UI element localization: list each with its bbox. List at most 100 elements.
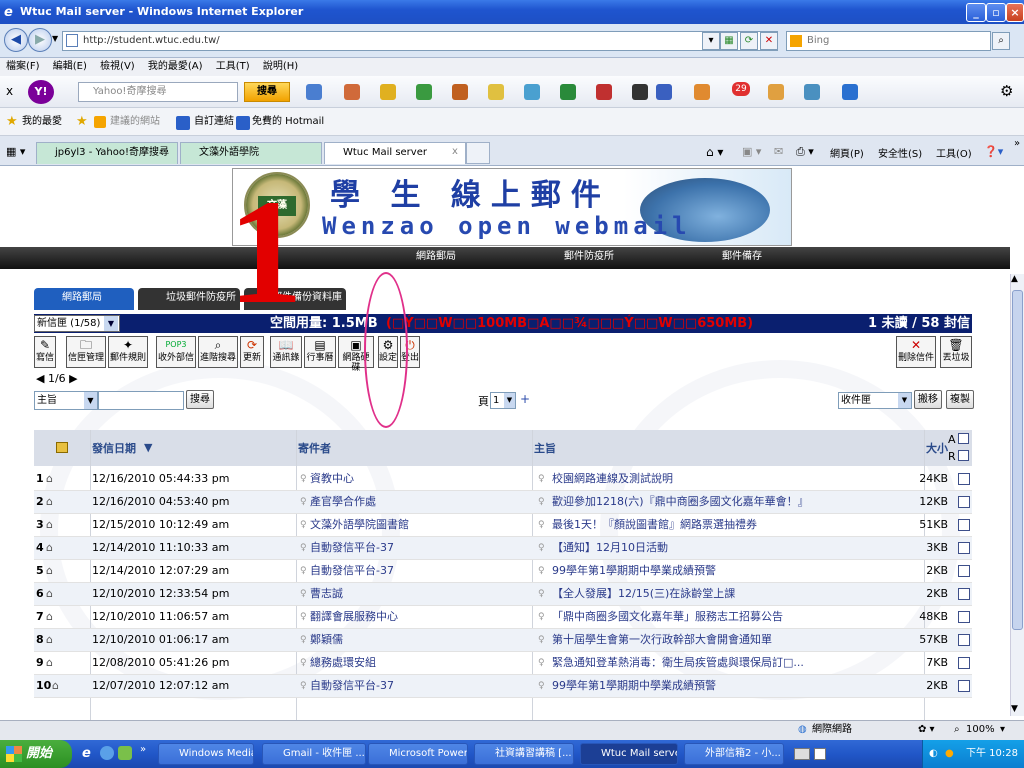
row-subject[interactable]: 【通知】12月10日活動 xyxy=(552,537,932,559)
menu-tools[interactable]: 工具(T) xyxy=(216,61,250,72)
search-button[interactable]: ⌕ xyxy=(992,32,1010,50)
news-icon[interactable] xyxy=(344,84,360,100)
row-sender[interactable]: 自動發信平台-37 xyxy=(310,537,394,559)
add-fav-icon[interactable]: ★ xyxy=(76,108,88,136)
shopping-icon[interactable] xyxy=(452,84,468,100)
feeds-icon[interactable]: ▣ ▾ xyxy=(742,145,761,158)
tools-menu[interactable]: 工具(O) xyxy=(936,145,972,160)
next-page-icon[interactable]: ▶ xyxy=(69,372,77,385)
row-subject[interactable]: 【全人發展】12/15(三)在詠齡堂上課 xyxy=(552,583,932,605)
advanced-search-button[interactable]: ⌕ 進階搜尋 xyxy=(198,336,238,368)
header-size[interactable]: 大小 xyxy=(926,440,948,456)
gear-icon[interactable]: ⚙ xyxy=(1000,82,1013,100)
menu-help[interactable]: 說明(H) xyxy=(263,61,298,72)
quick-launch-ie-icon[interactable]: e xyxy=(82,746,91,761)
table-row[interactable]: 2 12/16/2010 04:53:40 pm 產官學合作處 歡迎參加1218(六)… xyxy=(34,491,972,514)
tab-webmail[interactable]: 網路郵局 xyxy=(34,288,134,310)
tv-icon[interactable] xyxy=(596,84,612,100)
prev-page-icon[interactable]: ◀ xyxy=(36,372,44,385)
minimize-button[interactable]: _ xyxy=(966,3,986,22)
movie-icon[interactable] xyxy=(632,84,648,100)
row-sender[interactable]: 翻譯會展服務中心 xyxy=(310,606,398,628)
quick-launch-icon[interactable] xyxy=(118,746,132,760)
nav-virus-filter[interactable]: 郵件防疫所 xyxy=(564,247,614,267)
tab-spam-filter[interactable]: 垃圾郵件防疫所 xyxy=(138,288,240,310)
protected-mode-icon[interactable]: ✿ ▾ xyxy=(918,721,935,739)
copy-button[interactable]: 複製 xyxy=(946,390,974,409)
folder-manage-button[interactable]: 🗀 信匣管理 xyxy=(66,336,106,368)
games-icon[interactable] xyxy=(416,84,432,100)
notepad-icon[interactable] xyxy=(768,84,784,100)
row-subject[interactable]: 歡迎參加1218(六)『鼎中商圈多國文化嘉年華會！』 xyxy=(552,491,932,513)
mail-rules-button[interactable]: ✦ 郵件規則 xyxy=(108,336,148,368)
page-menu[interactable]: 網頁(P) xyxy=(830,145,864,160)
help-icon[interactable]: ❓▾ xyxy=(984,145,1003,158)
tab-mail-server[interactable]: Wtuc Mail server xyxy=(324,142,466,164)
nav-mail-backup[interactable]: 郵件備存 xyxy=(722,247,762,267)
row-sender[interactable]: 鄭穎儒 xyxy=(310,629,343,651)
row-sender[interactable]: 文藻外語學院圖書館 xyxy=(310,514,409,536)
menu-favorites[interactable]: 我的最愛(A) xyxy=(148,61,203,72)
task-windows-media[interactable]: Windows Media... xyxy=(158,743,254,765)
row-subject[interactable]: 「鼎中商圈多國文化嘉年華」服務志工招募公告 xyxy=(552,606,932,628)
ie-small-icon[interactable] xyxy=(842,84,858,100)
sort-desc-icon[interactable]: ▼ xyxy=(144,441,152,454)
zoom-dropdown-icon[interactable]: ▾ xyxy=(1000,721,1005,739)
header-date[interactable]: 發信日期 xyxy=(92,440,136,456)
row-checkbox[interactable] xyxy=(958,519,970,531)
quick-tabs-icon[interactable]: ▦ ▾ xyxy=(6,145,25,158)
delete-mail-button[interactable]: ✕ 刪除信件 xyxy=(896,336,936,368)
tray-app-icon[interactable]: ● xyxy=(945,740,954,768)
yahoo-search-input[interactable]: Yahoo!奇摩搜尋 xyxy=(78,82,238,102)
move-button[interactable]: 搬移 xyxy=(914,390,942,409)
calendar-button[interactable]: ▤ 行事曆 xyxy=(304,336,336,368)
row-checkbox[interactable] xyxy=(958,611,970,623)
table-row[interactable]: 5 12/14/2010 12:07:29 am 自動發信平台-37 99學年第1學期… xyxy=(34,560,972,583)
table-row[interactable]: 9 12/08/2010 05:41:26 pm 總務處環安組 緊急通知登革熱消毒：衛… xyxy=(34,652,972,675)
row-subject[interactable]: 99學年第1學期期中學業成績預警 xyxy=(552,675,932,697)
keyboard-icon[interactable] xyxy=(794,748,810,760)
auction-icon[interactable] xyxy=(488,84,504,100)
row-subject[interactable]: 緊急通知登革熱消毒：衛生局疾管處與環保局訂□... xyxy=(552,652,932,674)
quick-launch-chevron-icon[interactable]: » xyxy=(140,744,146,755)
header-subject[interactable]: 主旨 xyxy=(534,440,556,456)
tab-wenzao[interactable]: 文藻外語學院 xyxy=(180,142,322,164)
trash-button[interactable]: 🗑 丟垃圾 xyxy=(940,336,972,368)
custom-links-link[interactable]: 自訂連結 xyxy=(194,108,234,136)
row-subject[interactable]: 99學年第1學期期中學業成績預警 xyxy=(552,560,932,582)
refresh-mail-button[interactable]: ⟳ 更新 xyxy=(240,336,264,368)
book-icon[interactable] xyxy=(656,84,672,100)
menu-file[interactable]: 檔案(F) xyxy=(6,61,40,72)
history-dropdown-icon[interactable]: ▼ xyxy=(52,34,58,43)
row-sender[interactable]: 自動發信平台-37 xyxy=(310,675,394,697)
yahoo-logo-icon[interactable]: Y! xyxy=(28,80,54,104)
select-all-checkbox[interactable] xyxy=(958,433,969,444)
row-subject[interactable]: 最後1天！『顏說圖書館』網路票選抽禮券 xyxy=(552,514,932,536)
row-subject[interactable]: 校園網路連線及測試說明 xyxy=(552,468,932,490)
row-checkbox[interactable] xyxy=(958,496,970,508)
url-field[interactable]: http://student.wtuc.edu.tw/ xyxy=(62,31,778,51)
knowledge-icon[interactable] xyxy=(524,84,540,100)
chevron-right-icon[interactable]: » xyxy=(1014,138,1020,149)
compose-button[interactable]: ✎ 寫信 xyxy=(34,336,56,368)
scroll-up-icon[interactable]: ▲ xyxy=(1011,274,1018,284)
target-folder-select[interactable]: 收件匣 ▼ xyxy=(838,392,912,409)
maximize-button[interactable]: ▫ xyxy=(986,3,1006,22)
table-row[interactable]: 10 12/07/2010 12:07:12 am 自動發信平台-37 99學年第1學… xyxy=(34,675,972,698)
mail-search-input[interactable] xyxy=(98,391,184,410)
back-button[interactable]: ◀ xyxy=(4,28,28,52)
safety-menu[interactable]: 安全性(S) xyxy=(878,145,922,160)
table-row[interactable]: 7 12/10/2010 11:06:57 am 翻譯會展服務中心 「鼎中商圈多國文化… xyxy=(34,606,972,629)
stop-button[interactable]: ✕ xyxy=(760,32,778,50)
header-from[interactable]: 寄件者 xyxy=(298,440,331,456)
forward-button[interactable]: ▶ xyxy=(28,28,52,52)
row-checkbox[interactable] xyxy=(958,588,970,600)
row-checkbox[interactable] xyxy=(958,680,970,692)
print-icon[interactable]: ⎙ ▾ xyxy=(796,145,814,159)
yahoo-search-button[interactable]: 搜尋 xyxy=(244,82,290,102)
select-read-checkbox[interactable] xyxy=(958,450,969,461)
compat-view-icon[interactable]: ▦ xyxy=(720,32,738,50)
home-icon[interactable]: ⌂ ▾ xyxy=(706,145,723,159)
nav-webmail[interactable]: 網路郵局 xyxy=(416,247,456,267)
row-subject[interactable]: 第十屆學生會第一次行政幹部大會開會通知單 xyxy=(552,629,932,651)
